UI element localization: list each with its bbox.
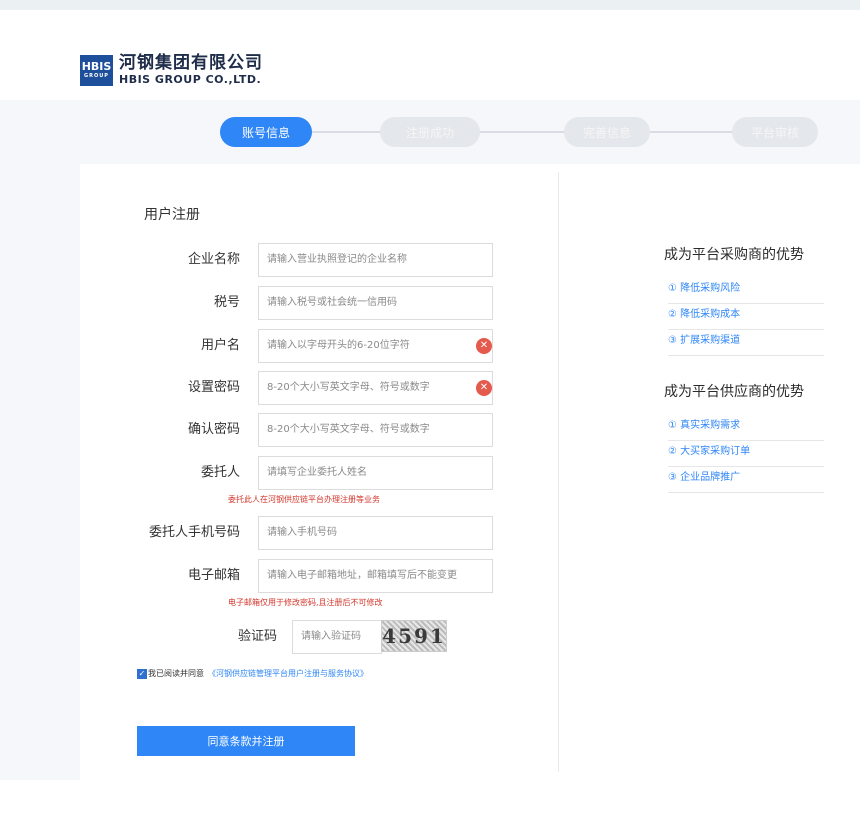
confirm-password-row: 确认密码 8-20个大小写英文字母、符号或数字 <box>0 413 560 447</box>
captcha-input[interactable]: 请输入验证码 <box>292 620 382 654</box>
tax-id-row: 税号 请输入税号或社会统一信用码 <box>0 286 560 320</box>
confirm-password-input[interactable]: 8-20个大小写英文字母、符号或数字 <box>258 413 493 447</box>
agree-text: 我已阅读并同意 <box>148 669 204 678</box>
form-title: 用户注册 <box>144 207 200 223</box>
buyer-advantage-item: ① 降低采购风险 <box>668 278 824 304</box>
step-connector <box>312 131 380 133</box>
company-name-en: HBIS GROUP CO.,LTD. <box>119 73 262 86</box>
error-close-icon[interactable]: ✕ <box>476 338 492 354</box>
delegate-label: 委托人 <box>200 465 240 480</box>
delegate-phone-input[interactable]: 请输入手机号码 <box>258 516 493 550</box>
buyer-advantages-title: 成为平台采购商的优势 <box>664 247 804 263</box>
delegate-phone-row: 委托人手机号码 请输入手机号码 <box>0 516 560 550</box>
supplier-advantage-item: ③ 企业品牌推广 <box>668 467 824 493</box>
buyer-advantage-item: ② 降低采购成本 <box>668 304 824 330</box>
error-close-icon[interactable]: ✕ <box>476 380 492 396</box>
email-label: 电子邮箱 <box>187 568 240 583</box>
delegate-row: 委托人 请填写企业委托人姓名 <box>0 456 560 490</box>
supplier-advantage-item: ② 大买家采购订单 <box>668 441 824 467</box>
username-input[interactable]: 请输入以字母开头的6-20位字符 <box>258 329 493 363</box>
tax-id-label: 税号 <box>213 295 240 310</box>
supplier-advantage-item: ① 真实采购需求 <box>668 415 824 441</box>
password-label: 设置密码 <box>187 380 240 395</box>
password-row: 设置密码 8-20个大小写英文字母、符号或数字 ✕ <box>0 371 560 405</box>
top-bar <box>0 0 860 10</box>
registration-steps: 账号信息 注册成功 完善信息 平台审核 <box>0 100 860 164</box>
agree-checkbox-icon[interactable]: ✓ <box>137 668 147 679</box>
supplier-advantages-title: 成为平台供应商的优势 <box>664 384 804 400</box>
captcha-image[interactable]: 4591 <box>381 620 447 652</box>
agreement-link[interactable]: 《河钢供应链管理平台用户注册与服务协议》 <box>208 668 368 679</box>
email-hint: 电子邮箱仅用于修改密码,且注册后不可修改 <box>228 598 383 607</box>
agreement-row: ✓ 我已阅读并同意 《河钢供应链管理平台用户注册与服务协议》 <box>137 668 368 679</box>
step-account-info: 账号信息 <box>220 117 312 147</box>
company-name-label: 企业名称 <box>187 252 240 267</box>
step-platform-review: 平台审核 <box>732 117 818 147</box>
email-row: 电子邮箱 请输入电子邮箱地址，邮箱填写后不能变更 <box>0 559 560 593</box>
password-input[interactable]: 8-20个大小写英文字母、符号或数字 <box>258 371 493 405</box>
email-input[interactable]: 请输入电子邮箱地址，邮箱填写后不能变更 <box>258 559 493 593</box>
company-name-input[interactable]: 请输入营业执照登记的企业名称 <box>258 243 493 277</box>
delegate-input[interactable]: 请填写企业委托人姓名 <box>258 456 493 490</box>
delegate-phone-label: 委托人手机号码 <box>148 525 240 540</box>
company-name-cn: 河钢集团有限公司 <box>119 53 263 73</box>
logo-badge-bottom: GROUP <box>84 72 109 79</box>
tax-id-input[interactable]: 请输入税号或社会统一信用码 <box>258 286 493 320</box>
username-label: 用户名 <box>200 338 240 353</box>
captcha-label: 验证码 <box>238 629 278 644</box>
confirm-password-label: 确认密码 <box>187 422 240 437</box>
company-logo[interactable]: HBIS GROUP 河钢集团有限公司 HBIS GROUP CO.,LTD. <box>80 52 263 88</box>
logo-badge-top: HBIS <box>81 59 112 73</box>
step-complete-info: 完善信息 <box>564 117 650 147</box>
delegate-hint: 委托此人在河钢供应链平台办理注册等业务 <box>228 495 380 504</box>
step-connector <box>650 131 732 133</box>
buyer-advantage-item: ③ 扩展采购渠道 <box>668 330 824 356</box>
step-register-success: 注册成功 <box>380 117 480 147</box>
agree-register-button[interactable]: 同意条款并注册 <box>137 726 355 756</box>
username-row: 用户名 请输入以字母开头的6-20位字符 ✕ <box>0 329 560 363</box>
company-name-row: 企业名称 请输入营业执照登记的企业名称 <box>0 243 560 277</box>
hbis-logo-icon: HBIS GROUP <box>80 54 113 86</box>
step-connector <box>480 131 564 133</box>
